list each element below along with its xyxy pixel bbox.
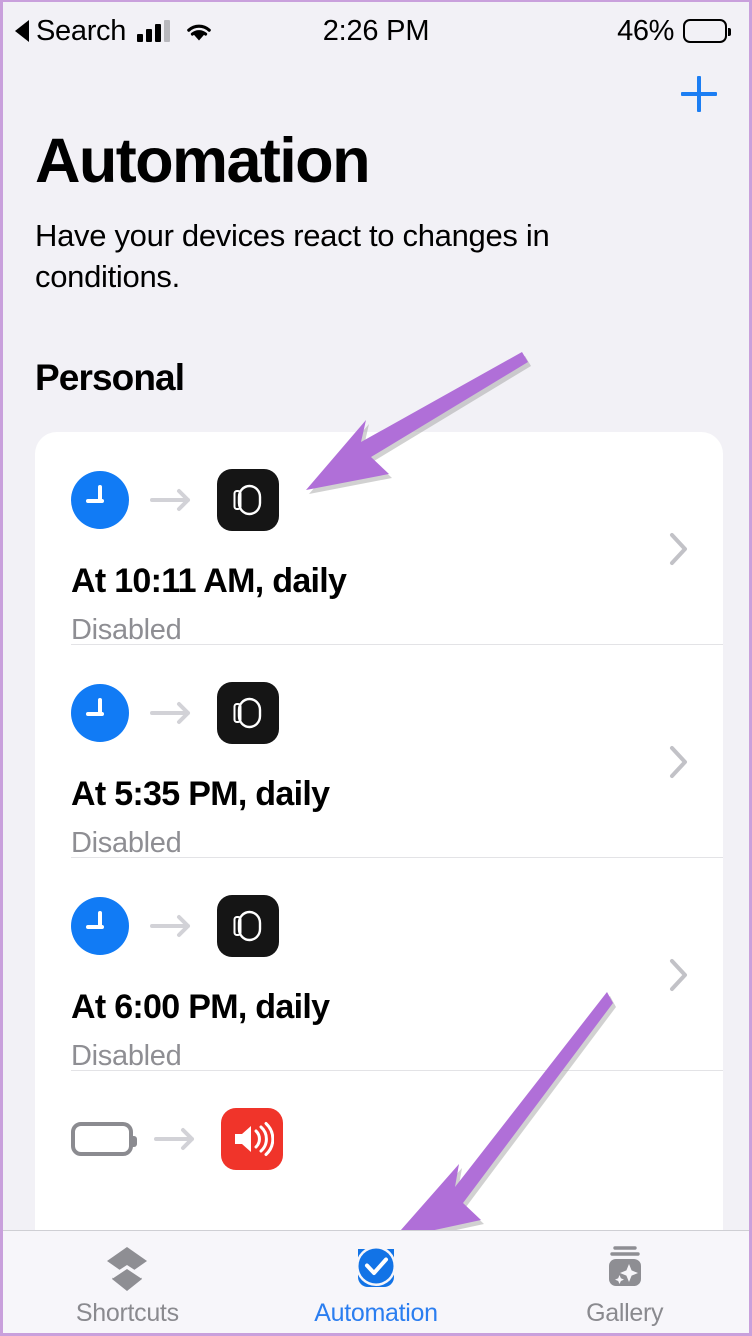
- automation-check-icon: [349, 1244, 403, 1296]
- battery-icon: [683, 19, 731, 43]
- battery-icon: [71, 1122, 137, 1156]
- table-row[interactable]: At 6:00 PM, daily Disabled: [35, 858, 723, 1071]
- automation-title: At 10:11 AM, daily: [71, 562, 347, 600]
- page-subtitle: Have your devices react to changes in co…: [35, 217, 550, 294]
- clock-icon: [71, 897, 129, 955]
- phone-screen: Search 2:26 PM 46% Automation Have your …: [0, 0, 752, 1336]
- battery-percent-label: 46%: [617, 14, 674, 47]
- chevron-right-icon[interactable]: [669, 958, 689, 997]
- tab-shortcuts[interactable]: Shortcuts: [3, 1231, 252, 1333]
- section-header-personal: Personal: [35, 357, 185, 398]
- chevron-right-icon[interactable]: [669, 745, 689, 784]
- automation-title: At 6:00 PM, daily: [71, 988, 330, 1026]
- clock-icon: [71, 684, 129, 742]
- status-badge: Disabled: [71, 614, 182, 646]
- status-badge: Disabled: [71, 827, 182, 859]
- page-title: Automation: [35, 126, 371, 196]
- apple-watch-app-icon: [217, 682, 279, 744]
- tab-label: Automation: [314, 1299, 438, 1327]
- automations-card: At 10:11 AM, daily Disabled At 5:35 PM, …: [35, 432, 723, 1274]
- shortcuts-stack-icon: [98, 1244, 156, 1296]
- table-row[interactable]: At 10:11 AM, daily Disabled: [35, 432, 723, 645]
- tab-bar: Shortcuts Automation Gallery: [3, 1230, 749, 1333]
- table-row[interactable]: At 5:35 PM, daily Disabled: [35, 645, 723, 858]
- automation-title: At 5:35 PM, daily: [71, 775, 330, 813]
- row-icon-strip: [35, 1107, 723, 1171]
- row-icon-strip: [35, 894, 723, 958]
- clock-icon: [71, 471, 129, 529]
- wifi-icon: [184, 20, 214, 43]
- arrow-right-icon: [150, 913, 196, 939]
- chevron-right-icon[interactable]: [669, 532, 689, 571]
- tab-label: Shortcuts: [75, 1299, 179, 1327]
- page-header: Automation Have your devices react to ch…: [35, 128, 717, 298]
- tab-gallery[interactable]: Gallery: [500, 1231, 749, 1333]
- row-icon-strip: [35, 681, 723, 745]
- arrow-right-icon: [150, 700, 196, 726]
- status-badge: Disabled: [71, 1040, 182, 1072]
- status-bar: Search 2:26 PM 46%: [3, 2, 749, 60]
- tab-label: Gallery: [586, 1299, 664, 1327]
- sound-volume-app-icon: [221, 1108, 283, 1170]
- apple-watch-app-icon: [217, 469, 279, 531]
- nav-bar: [3, 60, 749, 128]
- row-icon-strip: [35, 468, 723, 532]
- cellular-signal-icon: [137, 20, 171, 42]
- gallery-sparkle-icon: [599, 1244, 651, 1296]
- arrow-right-icon: [154, 1126, 200, 1152]
- status-bar-back-label[interactable]: Search: [36, 16, 126, 46]
- tab-automation[interactable]: Automation: [252, 1231, 501, 1333]
- status-bar-left[interactable]: Search: [15, 16, 214, 46]
- triangle-left-icon[interactable]: [15, 20, 29, 42]
- apple-watch-app-icon: [217, 895, 279, 957]
- status-bar-right: 46%: [617, 14, 731, 48]
- arrow-right-icon: [150, 487, 196, 513]
- plus-icon[interactable]: [675, 70, 723, 118]
